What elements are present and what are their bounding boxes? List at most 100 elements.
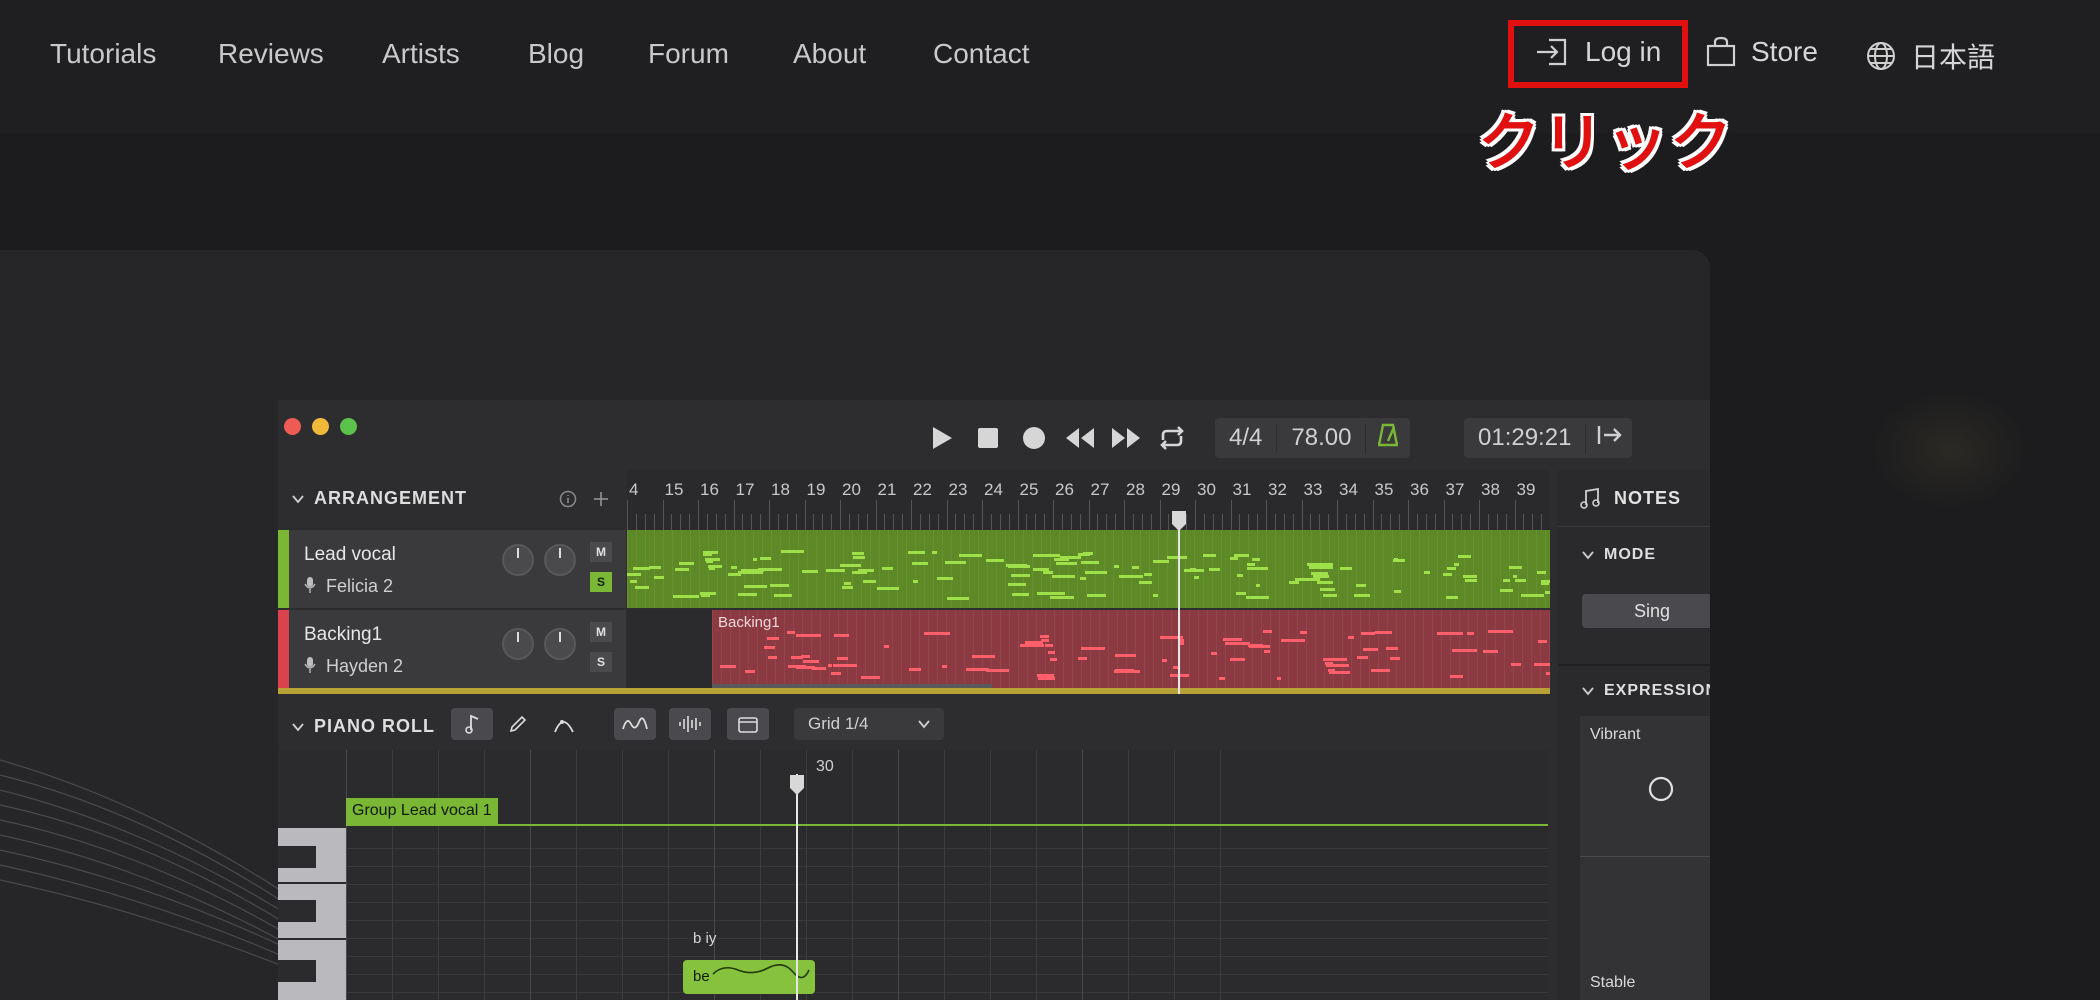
nav-link-contact[interactable]: Contact <box>933 38 1030 70</box>
clip-label: Backing1 <box>718 614 780 631</box>
metronome-button[interactable] <box>1365 422 1410 454</box>
lead-vocal-lane[interactable] <box>627 530 1550 608</box>
pan-knob[interactable] <box>544 628 576 660</box>
time-value: 01:29:21 <box>1478 424 1572 451</box>
ruler-tick-label: 28 <box>1126 480 1145 499</box>
tempo-value[interactable]: 78.00 <box>1276 424 1365 452</box>
nav-link-artists[interactable]: Artists <box>382 38 460 70</box>
group-tag[interactable]: Group Lead vocal 1 <box>346 798 498 824</box>
fast-forward-button[interactable] <box>1108 420 1144 456</box>
login-highlight-box <box>1508 20 1688 88</box>
ruler-tick-label: 17 <box>735 480 755 499</box>
record-button[interactable] <box>1016 420 1052 456</box>
pan-knob[interactable] <box>544 544 576 576</box>
clip-view-toggle[interactable] <box>727 708 769 740</box>
backing1-clip[interactable]: Backing1 <box>712 610 1550 688</box>
sing-mode-button[interactable]: Sing <box>1582 594 1710 628</box>
track-header-lead-vocal[interactable]: Lead vocal Felicia 2 M S <box>278 530 626 608</box>
mute-button[interactable]: M <box>590 622 612 642</box>
ruler-tick-label: 18 <box>771 480 790 499</box>
ruler-tick-label: 4 <box>629 480 639 499</box>
track-voice[interactable]: Hayden 2 <box>326 656 403 677</box>
window-minimize-dot[interactable] <box>312 418 329 435</box>
tempo-display[interactable]: 4/4 78.00 <box>1215 418 1411 458</box>
nav-link-about[interactable]: About <box>793 38 866 70</box>
track-voice[interactable]: Felicia 2 <box>326 576 393 597</box>
loop-button[interactable] <box>1154 420 1190 456</box>
playhead-handle-icon[interactable] <box>1171 510 1187 532</box>
arrangement-header[interactable]: ARRANGEMENT <box>292 488 467 509</box>
pitch-curve-toggle[interactable] <box>614 708 656 740</box>
arrangement-playhead[interactable] <box>1178 530 1180 694</box>
piano-black-key[interactable] <box>278 846 316 868</box>
volume-knob[interactable] <box>502 544 534 576</box>
expression-label: EXPRESSION <box>1604 682 1710 699</box>
nav-link-blog[interactable]: Blog <box>528 38 584 70</box>
waveform-icon <box>679 716 701 732</box>
piano-roll-grid[interactable]: 30 Group Lead vocal 1 b iy be <box>278 750 1548 1000</box>
mode-header[interactable]: MODE <box>1582 546 1656 564</box>
background-glow <box>1870 390 2030 510</box>
curve-tool-icon <box>554 720 574 733</box>
ruler-tick-label: 27 <box>1090 480 1110 499</box>
store-label: Store <box>1751 36 1818 67</box>
ruler-tick-label: 19 <box>806 480 826 499</box>
grid-select[interactable]: Grid 1/4 <box>794 708 944 740</box>
arrangement-title: ARRANGEMENT <box>314 488 467 508</box>
expression-handle-icon[interactable] <box>1648 776 1674 802</box>
language-selector[interactable]: 日本語 <box>1865 36 1995 76</box>
ruler-tick-label: 30 <box>1197 480 1216 499</box>
expression-header[interactable]: EXPRESSION <box>1582 682 1710 700</box>
rewind-button[interactable] <box>1062 420 1098 456</box>
top-navigation: Tutorials Reviews Artists Blog Forum Abo… <box>0 0 2100 133</box>
click-annotation: クリック <box>1478 106 1735 179</box>
piano-black-key[interactable] <box>278 960 316 982</box>
nav-link-tutorials[interactable]: Tutorials <box>50 38 156 70</box>
ruler-tick-label: 35 <box>1374 480 1394 499</box>
time-signature[interactable]: 4/4 <box>1215 424 1276 452</box>
piano-roll-header[interactable]: PIANO ROLL <box>292 716 435 737</box>
follow-playhead-button[interactable] <box>1585 423 1632 453</box>
add-track-icon[interactable] <box>592 490 610 508</box>
window-zoom-dot[interactable] <box>340 418 357 435</box>
piano-roll-playhead[interactable] <box>796 774 798 1000</box>
curve-tool-button[interactable] <box>543 708 585 740</box>
microphone-icon <box>304 577 316 593</box>
track-header-backing1[interactable]: Backing1 Hayden 2 M S <box>278 610 626 688</box>
play-button[interactable] <box>924 420 960 456</box>
ruler-tick-label: 15 <box>664 480 684 499</box>
music-note-icon <box>465 714 479 734</box>
store-link[interactable]: Store <box>1705 36 1818 68</box>
mute-button[interactable]: M <box>590 542 612 562</box>
solo-button[interactable]: S <box>590 572 612 592</box>
nav-link-reviews[interactable]: Reviews <box>218 38 324 70</box>
fast-forward-icon <box>1112 428 1140 448</box>
chevron-down-icon <box>1582 551 1594 560</box>
time-display[interactable]: 01:29:21 <box>1464 418 1633 458</box>
info-icon[interactable] <box>559 490 577 508</box>
ruler-tick-label: 37 <box>1445 480 1465 499</box>
ruler-tick-label: 39 <box>1516 480 1536 499</box>
pencil-tool-button[interactable] <box>497 708 539 740</box>
language-label: 日本語 <box>1911 42 1996 73</box>
backing1-lane[interactable]: Backing1 <box>627 610 1550 688</box>
expression-pad[interactable]: Vibrant Stable <box>1580 716 1710 1000</box>
mode-label: MODE <box>1604 546 1656 563</box>
waveform-toggle[interactable] <box>669 708 711 740</box>
playhead-handle-icon[interactable] <box>789 774 805 796</box>
timeline-ruler[interactable]: 4 15 16 17 18 19 20 21 22 23 24 25 26 27 28 29 30 31 32 33 3… <box>627 470 1550 530</box>
solo-button[interactable]: S <box>590 652 612 672</box>
ruler-tick-label: 16 <box>700 480 719 499</box>
track-name[interactable]: Lead vocal <box>304 544 396 566</box>
nav-link-forum[interactable]: Forum <box>648 38 729 70</box>
volume-knob[interactable] <box>502 628 534 660</box>
piano-roll-title: PIANO ROLL <box>314 716 435 736</box>
window-close-dot[interactable] <box>284 418 301 435</box>
notes-title: NOTES <box>1614 488 1682 508</box>
stop-button[interactable] <box>970 420 1006 456</box>
track-name[interactable]: Backing1 <box>304 624 382 646</box>
ruler-tick-label: 22 <box>913 480 932 499</box>
note-tool-button[interactable] <box>451 708 493 740</box>
grid-value: Grid 1/4 <box>808 714 869 733</box>
piano-black-key[interactable] <box>278 900 316 922</box>
